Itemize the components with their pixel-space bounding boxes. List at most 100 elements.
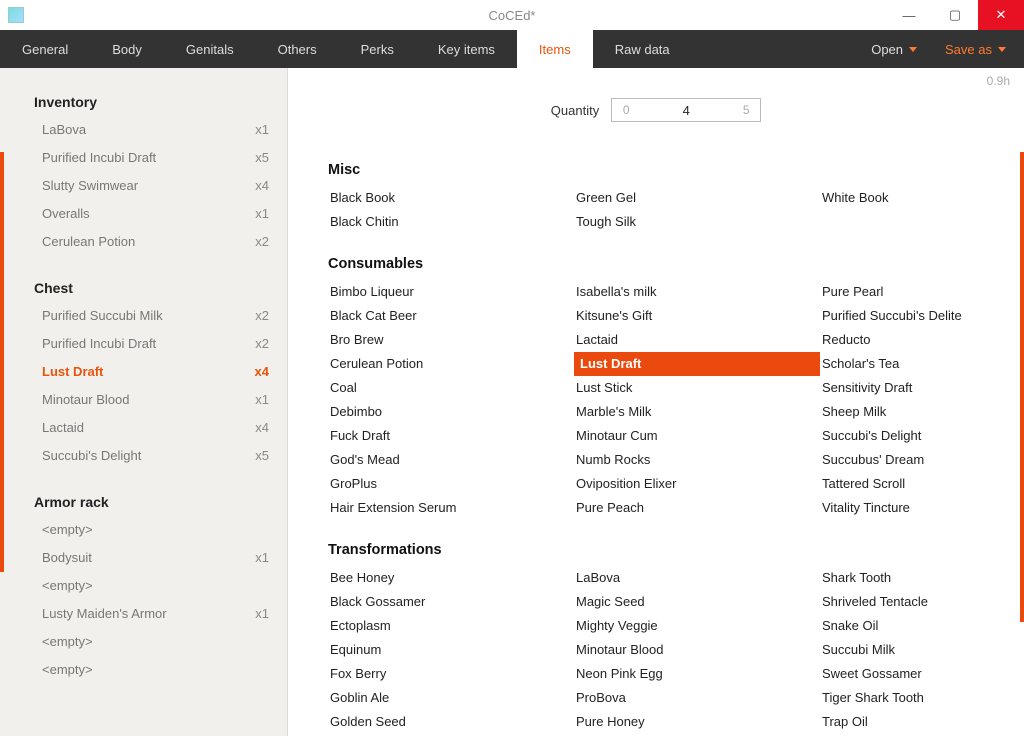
catalog-item[interactable]: Golden Seed [328, 710, 574, 734]
catalog-item[interactable]: Sheep Milk [820, 400, 1024, 424]
catalog-item[interactable]: Hair Extension Serum [328, 496, 574, 520]
catalog-item[interactable]: Shriveled Tentacle [820, 590, 1024, 614]
catalog-item[interactable]: Black Cat Beer [328, 304, 574, 328]
open-menu[interactable]: Open [857, 30, 931, 68]
tab-body[interactable]: Body [90, 30, 164, 68]
sidebar-item-name: <empty> [42, 520, 269, 540]
sidebar-item[interactable]: <empty> [0, 628, 287, 656]
catalog-item[interactable]: Green Gel [574, 186, 820, 210]
catalog-item[interactable]: Scholar's Tea [820, 352, 1024, 376]
catalog-item[interactable]: Lactaid [574, 328, 820, 352]
tab-perks[interactable]: Perks [339, 30, 416, 68]
catalog-item[interactable]: Cerulean Potion [328, 352, 574, 376]
tab-raw-data[interactable]: Raw data [593, 30, 692, 68]
catalog: MiscBlack BookBlack ChitinGreen GelTough… [288, 162, 1024, 734]
quantity-input[interactable]: 0 4 5 [611, 98, 761, 122]
sidebar-item-name: Slutty Swimwear [42, 176, 255, 196]
catalog-item[interactable]: Purified Succubi's Delite [820, 304, 1024, 328]
catalog-item[interactable]: God's Mead [328, 448, 574, 472]
catalog-item[interactable]: Mighty Veggie [574, 614, 820, 638]
catalog-item[interactable]: Debimbo [328, 400, 574, 424]
catalog-item[interactable]: Numb Rocks [574, 448, 820, 472]
sidebar-item[interactable]: Lusty Maiden's Armorx1 [0, 600, 287, 628]
catalog-group: MiscBlack BookBlack ChitinGreen GelTough… [328, 162, 984, 234]
catalog-item[interactable]: Fuck Draft [328, 424, 574, 448]
catalog-item[interactable]: Lust Draft [574, 352, 820, 376]
sidebar-item[interactable]: <empty> [0, 572, 287, 600]
catalog-item[interactable]: Bimbo Liqueur [328, 280, 574, 304]
catalog-item[interactable]: Neon Pink Egg [574, 662, 820, 686]
catalog-item[interactable]: Sweet Gossamer [820, 662, 1024, 686]
sidebar-item[interactable]: LaBovax1 [0, 116, 287, 144]
sidebar-item[interactable]: Purified Succubi Milkx2 [0, 302, 287, 330]
catalog-item[interactable]: Pure Peach [574, 496, 820, 520]
catalog-item[interactable]: Isabella's milk [574, 280, 820, 304]
sidebar-item[interactable]: Lust Draftx4 [0, 358, 287, 386]
catalog-item[interactable]: Minotaur Cum [574, 424, 820, 448]
quantity-max: 5 [732, 103, 760, 117]
catalog-item[interactable]: Bro Brew [328, 328, 574, 352]
tab-others[interactable]: Others [256, 30, 339, 68]
tab-key-items[interactable]: Key items [416, 30, 517, 68]
catalog-item[interactable]: Trap Oil [820, 710, 1024, 734]
catalog-item[interactable]: Fox Berry [328, 662, 574, 686]
sidebar-item-name: Overalls [42, 204, 255, 224]
catalog-item[interactable]: Magic Seed [574, 590, 820, 614]
sidebar-item[interactable]: Purified Incubi Draftx5 [0, 144, 287, 172]
catalog-item[interactable]: Tattered Scroll [820, 472, 1024, 496]
catalog-item[interactable]: Ectoplasm [328, 614, 574, 638]
catalog-item[interactable]: Succubi Milk [820, 638, 1024, 662]
catalog-item[interactable]: Reducto [820, 328, 1024, 352]
catalog-item[interactable]: Lust Stick [574, 376, 820, 400]
sidebar-item[interactable]: Bodysuitx1 [0, 544, 287, 572]
catalog-item[interactable]: Pure Pearl [820, 280, 1024, 304]
close-button[interactable]: ✕ [978, 0, 1024, 30]
catalog-item[interactable]: GroPlus [328, 472, 574, 496]
catalog-item[interactable]: Snake Oil [820, 614, 1024, 638]
catalog-item[interactable]: Goblin Ale [328, 686, 574, 710]
catalog-item[interactable]: Pure Honey [574, 710, 820, 734]
sidebar-item[interactable]: Overallsx1 [0, 200, 287, 228]
save-as-menu[interactable]: Save as [931, 30, 1020, 68]
sidebar-item[interactable]: Succubi's Delightx5 [0, 442, 287, 470]
catalog-item[interactable]: Marble's Milk [574, 400, 820, 424]
catalog-item[interactable]: Succubus' Dream [820, 448, 1024, 472]
catalog-item[interactable]: Succubi's Delight [820, 424, 1024, 448]
catalog-item[interactable]: Vitality Tincture [820, 496, 1024, 520]
catalog-item[interactable]: White Book [820, 186, 1024, 210]
sidebar-item-name: Lust Draft [42, 362, 255, 382]
catalog-item[interactable]: Black Gossamer [328, 590, 574, 614]
catalog-item[interactable]: Kitsune's Gift [574, 304, 820, 328]
tab-items[interactable]: Items [517, 30, 593, 68]
catalog-item[interactable]: Coal [328, 376, 574, 400]
sidebar-item[interactable]: Purified Incubi Draftx2 [0, 330, 287, 358]
sidebar-item[interactable]: <empty> [0, 656, 287, 684]
catalog-item[interactable]: LaBova [574, 566, 820, 590]
sidebar-item[interactable]: Slutty Swimwearx4 [0, 172, 287, 200]
window-buttons: — ▢ ✕ [886, 0, 1024, 30]
sidebar-item-qty: x2 [255, 334, 269, 354]
sidebar-item[interactable]: Cerulean Potionx2 [0, 228, 287, 256]
catalog-item[interactable]: ProBova [574, 686, 820, 710]
catalog-item[interactable]: Tiger Shark Tooth [820, 686, 1024, 710]
catalog-item[interactable]: Minotaur Blood [574, 638, 820, 662]
catalog-item[interactable]: Shark Tooth [820, 566, 1024, 590]
catalog-item[interactable]: Black Book [328, 186, 574, 210]
sidebar-item[interactable]: Minotaur Bloodx1 [0, 386, 287, 414]
catalog-column: Bee HoneyBlack GossamerEctoplasmEquinumF… [328, 566, 574, 734]
sidebar-item[interactable]: <empty> [0, 516, 287, 544]
catalog-item[interactable]: Oviposition Elixer [574, 472, 820, 496]
maximize-button[interactable]: ▢ [932, 0, 978, 30]
catalog-item[interactable]: Sensitivity Draft [820, 376, 1024, 400]
sidebar-item[interactable]: Lactaidx4 [0, 414, 287, 442]
minimize-button[interactable]: — [886, 0, 932, 30]
chevron-down-icon [909, 47, 917, 52]
catalog-item[interactable]: Tough Silk [574, 210, 820, 234]
tab-genitals[interactable]: Genitals [164, 30, 256, 68]
catalog-item[interactable]: Bee Honey [328, 566, 574, 590]
catalog-item[interactable]: Equinum [328, 638, 574, 662]
catalog-column: Shark ToothShriveled TentacleSnake OilSu… [820, 566, 1024, 734]
quantity-value: 4 [640, 103, 732, 118]
tab-general[interactable]: General [0, 30, 90, 68]
catalog-item[interactable]: Black Chitin [328, 210, 574, 234]
